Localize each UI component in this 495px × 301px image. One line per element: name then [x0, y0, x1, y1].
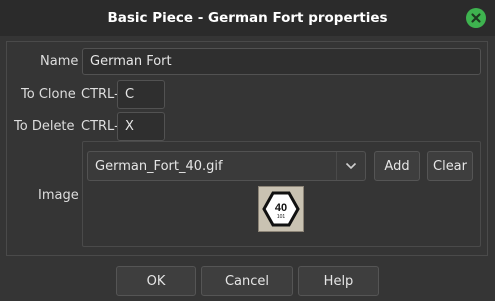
- to-clone-ctrl-prefix: CTRL-: [81, 87, 119, 102]
- cancel-button-label: Cancel: [224, 273, 270, 289]
- name-input[interactable]: German Fort: [82, 48, 481, 75]
- add-image-button[interactable]: Add: [374, 151, 420, 181]
- ok-button[interactable]: OK: [116, 266, 196, 296]
- piece-image: 40 101: [262, 191, 300, 227]
- ok-button-label: OK: [146, 273, 166, 289]
- image-label: Image: [38, 188, 79, 203]
- add-image-button-label: Add: [384, 158, 410, 174]
- to-delete-key-field[interactable]: X: [117, 112, 165, 141]
- dialog-title: Basic Piece - German Fort properties: [107, 10, 388, 26]
- image-select[interactable]: German_Fort_40.gif: [87, 151, 366, 181]
- clear-image-button-label: Clear: [433, 158, 467, 174]
- to-clone-label: To Clone: [21, 87, 76, 102]
- piece-image-small-number: 101: [277, 214, 286, 220]
- help-button-label: Help: [323, 273, 354, 289]
- to-delete-key-value: X: [125, 119, 134, 134]
- image-select-value: German_Fort_40.gif: [95, 158, 223, 174]
- name-label: Name: [40, 54, 79, 69]
- image-select-dropdown[interactable]: [336, 152, 365, 180]
- dialog-titlebar: Basic Piece - German Fort properties: [0, 0, 495, 36]
- help-button[interactable]: Help: [298, 266, 379, 296]
- chevron-down-icon: [345, 162, 357, 170]
- name-input-value: German Fort: [90, 54, 172, 69]
- image-preview: 40 101: [258, 186, 304, 232]
- piece-image-big-number: 40: [275, 202, 287, 214]
- close-button[interactable]: [466, 8, 486, 28]
- to-clone-key-field[interactable]: C: [117, 80, 165, 109]
- clear-image-button[interactable]: Clear: [427, 151, 473, 181]
- close-icon: [471, 13, 481, 23]
- to-clone-key-value: C: [125, 87, 135, 102]
- to-delete-label: To Delete: [14, 119, 75, 134]
- cancel-button[interactable]: Cancel: [201, 266, 293, 296]
- to-delete-ctrl-prefix: CTRL-: [81, 119, 119, 134]
